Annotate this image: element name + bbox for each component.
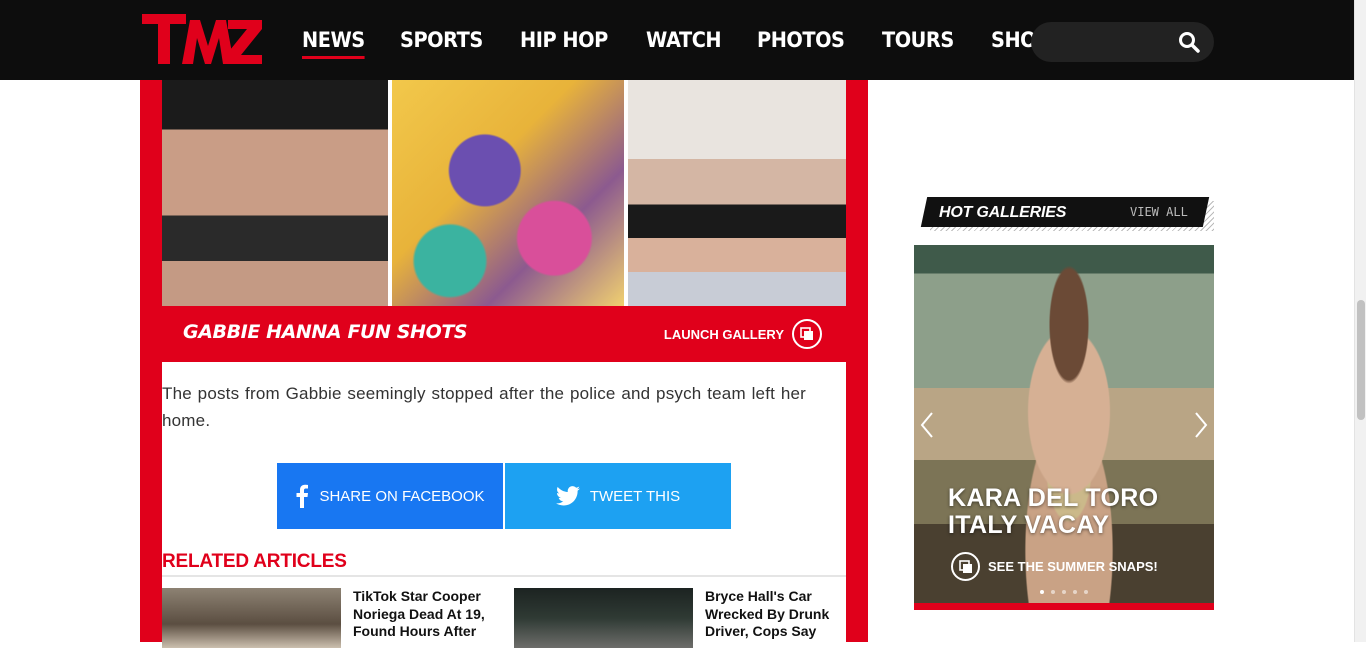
slide-dot[interactable] xyxy=(1073,590,1077,594)
view-all-link[interactable]: VIEW ALL xyxy=(1130,205,1188,219)
gallery-image[interactable] xyxy=(162,80,846,306)
gallery-title: GABBIE HANNA FUN SHOTS xyxy=(183,321,468,343)
article-paragraph: The posts from Gabbie seemingly stopped … xyxy=(162,384,806,430)
gallery-icon xyxy=(951,552,980,581)
slide-photo xyxy=(974,255,1164,603)
tmz-logo[interactable] xyxy=(140,12,264,66)
gallery-bar[interactable]: GABBIE HANNA FUN SHOTS LAUNCH GALLERY xyxy=(162,306,846,362)
facebook-icon xyxy=(296,484,309,508)
related-thumbnail[interactable] xyxy=(514,588,693,648)
related-thumbnail[interactable] xyxy=(162,588,341,648)
related-title[interactable]: TikTok Star Cooper Noriega Dead At 19, F… xyxy=(353,588,503,641)
slide-headline-line2: ITALY VACAY xyxy=(948,511,1110,539)
slide-dot[interactable] xyxy=(1051,590,1055,594)
page-scrollbar[interactable] xyxy=(1354,0,1366,642)
search-box xyxy=(1031,22,1214,62)
gallery-icon xyxy=(792,319,822,349)
gallery-photo-3 xyxy=(392,80,624,306)
gallery-slide[interactable]: KARA DEL TORO ITALY VACAY SEE THE SUMMER… xyxy=(914,245,1214,603)
nav-hip-hop[interactable]: HIP HOP xyxy=(520,24,608,59)
hot-galleries-header: HOT GALLERIES VIEW ALL xyxy=(920,197,1214,231)
slide-headline[interactable]: KARA DEL TORO ITALY VACAY xyxy=(948,485,1158,539)
launch-gallery-label: LAUNCH GALLERY xyxy=(663,326,784,342)
scrollbar-thumb[interactable] xyxy=(1357,300,1365,420)
search-icon[interactable] xyxy=(1178,31,1200,53)
nav-photos[interactable]: PHOTOS xyxy=(757,24,845,59)
related-articles-heading: RELATED ARTICLES xyxy=(162,551,846,577)
main-nav: NEWS SPORTS HIP HOP WATCH PHOTOS TOURS S… xyxy=(302,24,1084,59)
share-facebook-button[interactable]: SHARE ON FACEBOOK xyxy=(277,463,503,529)
see-summer-snaps-link[interactable]: SEE THE SUMMER SNAPS! xyxy=(951,552,1158,581)
nav-news[interactable]: NEWS xyxy=(302,24,365,59)
slide-dots xyxy=(1040,590,1088,594)
gallery-photo-1 xyxy=(162,80,388,306)
twitter-icon xyxy=(555,486,580,506)
slide-dot[interactable] xyxy=(1062,590,1066,594)
search-input[interactable] xyxy=(1047,30,1177,54)
hot-galleries-title: HOT GALLERIES xyxy=(939,204,1067,221)
nav-tours[interactable]: TOURS xyxy=(882,24,954,59)
launch-gallery-button[interactable]: LAUNCH GALLERY xyxy=(664,319,822,349)
slide-next-arrow[interactable] xyxy=(1194,411,1208,439)
nav-sports[interactable]: SPORTS xyxy=(400,24,483,59)
tweet-label: TWEET THIS xyxy=(589,487,681,505)
slide-headline-line1: KARA DEL TORO xyxy=(948,484,1159,512)
slide-prev-arrow[interactable] xyxy=(920,411,934,439)
slide-dot[interactable] xyxy=(1040,590,1044,594)
share-facebook-label: SHARE ON FACEBOOK xyxy=(319,487,485,505)
gallery-photo-5 xyxy=(628,80,846,306)
site-header: NEWS SPORTS HIP HOP WATCH PHOTOS TOURS S… xyxy=(0,0,1354,80)
slide-dot[interactable] xyxy=(1084,590,1088,594)
nav-watch[interactable]: WATCH xyxy=(646,24,722,59)
related-title[interactable]: Bryce Hall's Car Wrecked By Drunk Driver… xyxy=(705,588,855,641)
see-summer-snaps-label: SEE THE SUMMER SNAPS! xyxy=(988,559,1158,574)
slide-bottom-bar xyxy=(914,603,1214,610)
tweet-button[interactable]: TWEET THIS xyxy=(505,463,731,529)
